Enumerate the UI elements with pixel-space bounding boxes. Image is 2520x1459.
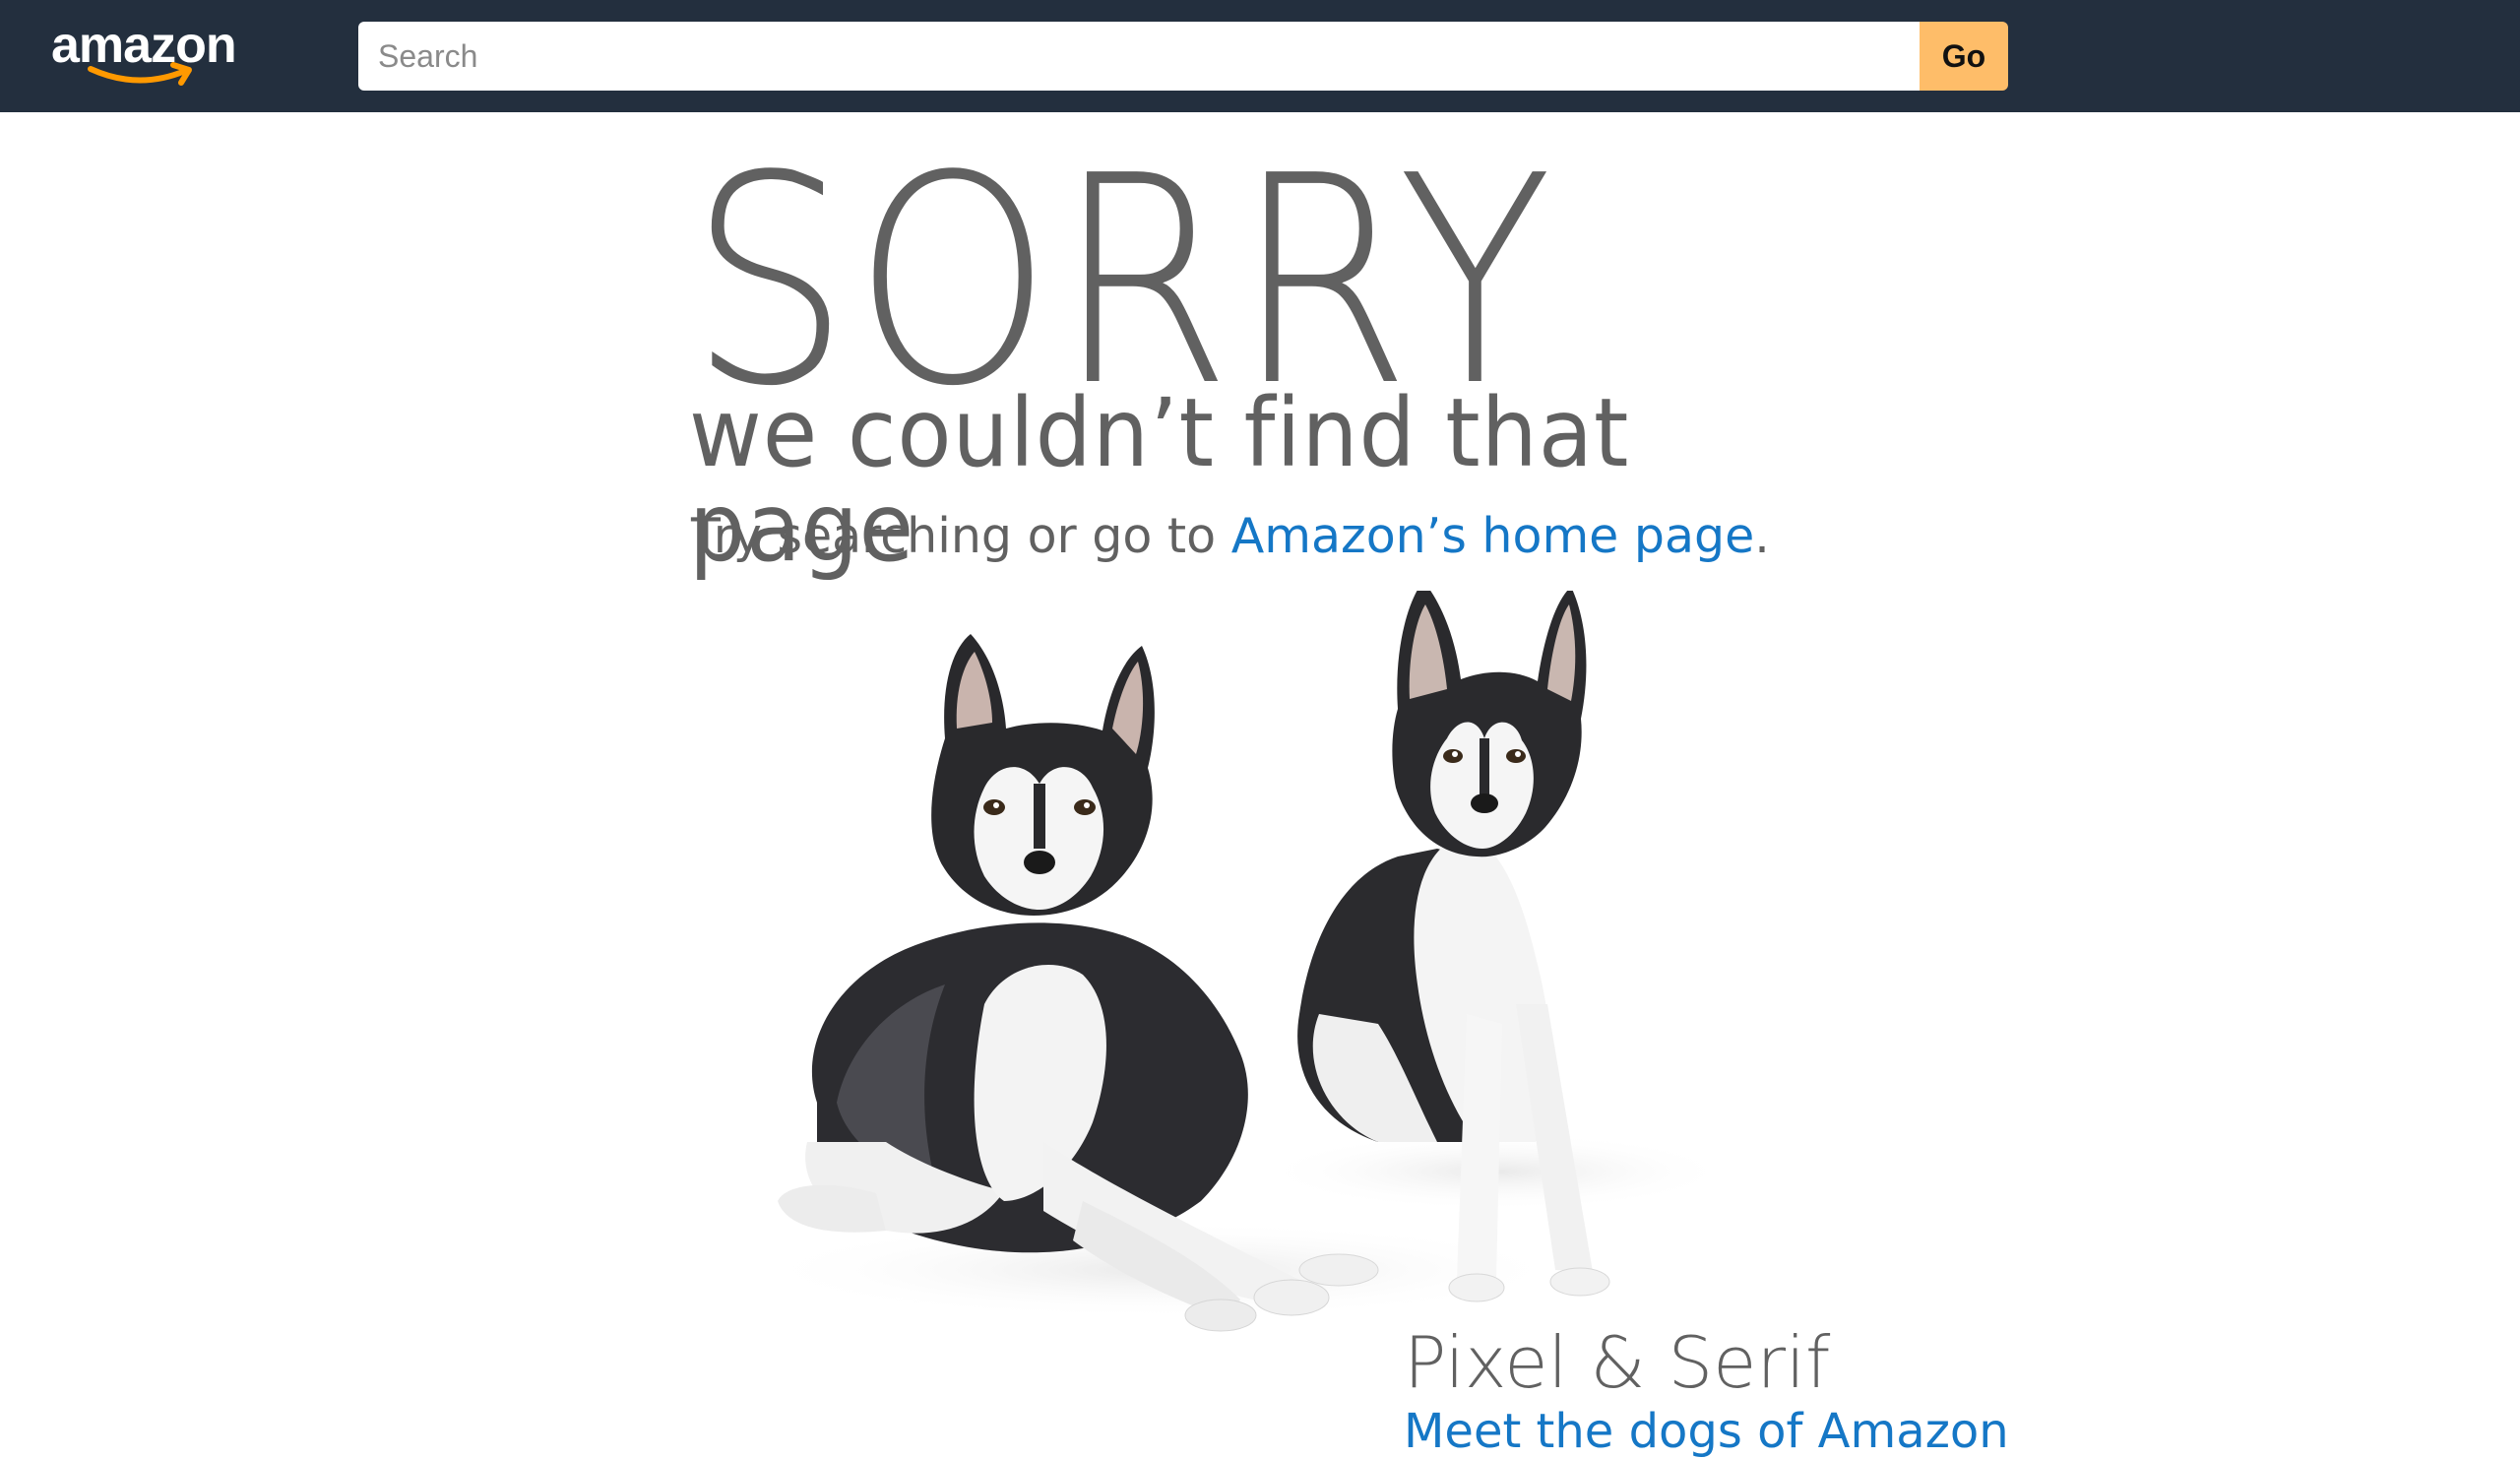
try-suffix: . — [1754, 508, 1770, 564]
try-searching-text: Try searching or go to Amazon’s home pag… — [691, 512, 1770, 560]
dog-names-caption: Pixel & Serif — [1404, 1321, 1831, 1404]
meet-the-dogs-link[interactable]: Meet the dogs of Amazon — [1404, 1408, 2009, 1455]
home-page-link[interactable]: Amazon’s home page — [1231, 508, 1755, 564]
dogs-image[interactable] — [689, 591, 1752, 1339]
amazon-smile-icon — [88, 62, 192, 86]
go-button[interactable]: Go — [1920, 22, 2008, 91]
amazon-logo[interactable]: amazon — [51, 16, 254, 93]
try-prefix: Try searching or go to — [691, 508, 1231, 564]
